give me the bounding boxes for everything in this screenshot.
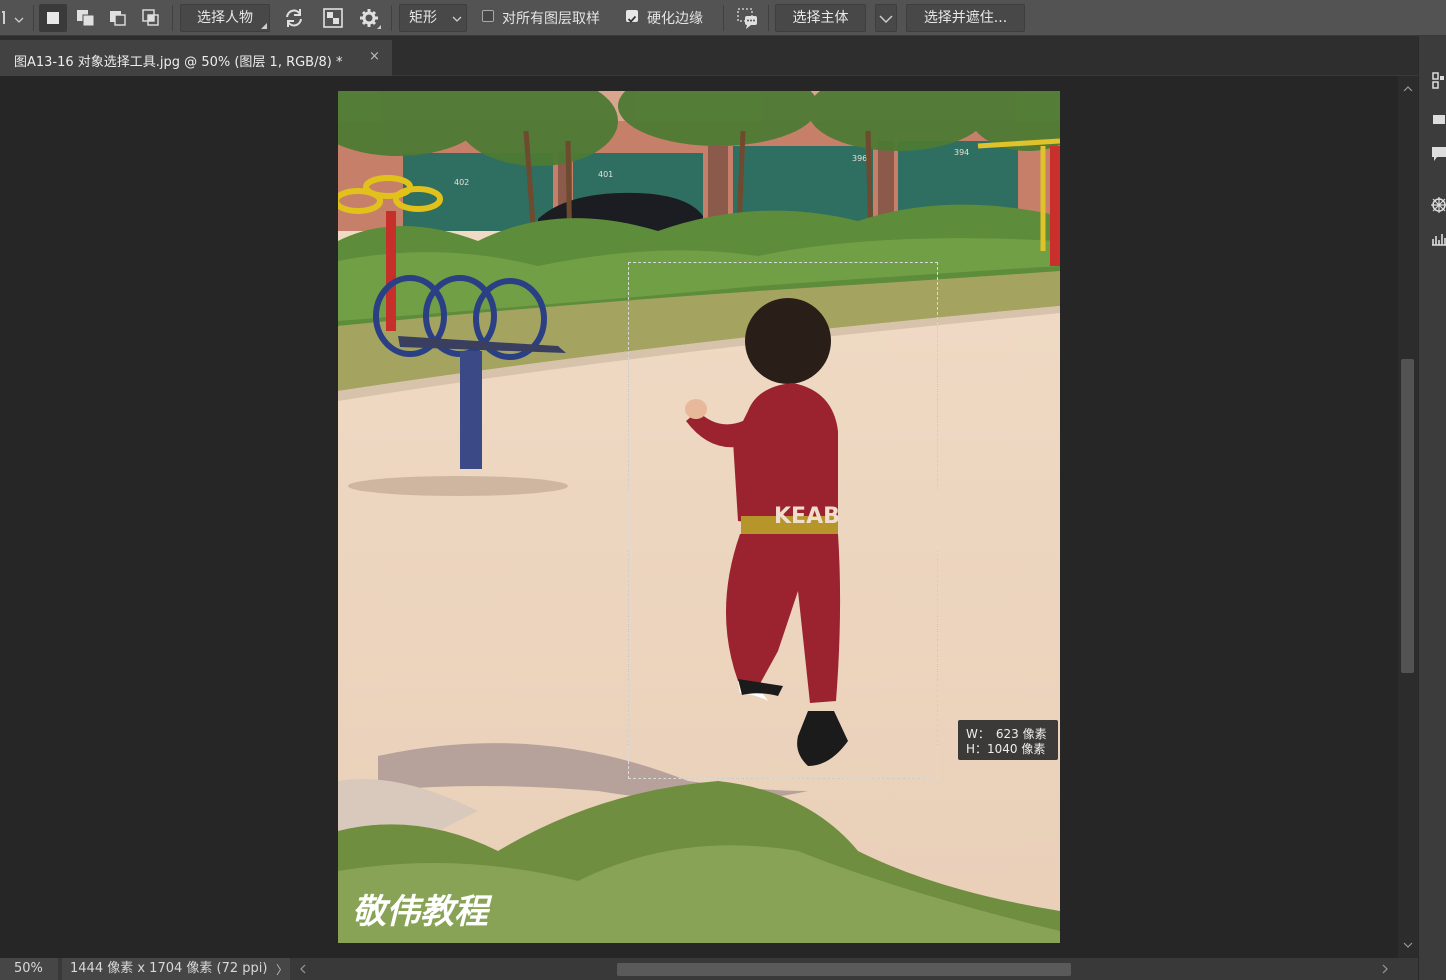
navigator-icon[interactable] [1429, 196, 1446, 214]
vertical-scrollbar[interactable] [1398, 76, 1418, 958]
canvas-workspace[interactable]: 402 401 396 394 KEAB 敬伟教程 W： 623 像素 H：10… [0, 76, 1398, 958]
chevron-left-icon[interactable] [298, 958, 308, 980]
refine-hair-button[interactable] [734, 4, 762, 32]
sample-all-layers-checkbox[interactable] [482, 10, 494, 22]
zoom-level[interactable]: 50% [0, 958, 58, 980]
wall-number: 402 [454, 178, 469, 187]
sample-all-layers-label: 对所有图层取样 [502, 11, 600, 27]
plugin-icon[interactable] [1429, 110, 1446, 128]
checkmark-icon [627, 15, 637, 23]
select-people-label: 选择人物 [197, 10, 253, 26]
select-subject-button[interactable]: 选择主体 [775, 4, 866, 32]
status-bar: 50% 1444 像素 x 1704 像素 (72 ppi) 〉 [0, 958, 1418, 980]
chevron-down-icon [2, 11, 24, 24]
mask-preview-button[interactable] [319, 4, 347, 32]
select-people-button[interactable]: 选择人物 [180, 4, 270, 32]
corner-triangle-icon [261, 23, 267, 29]
selection-size-tooltip: W： 623 像素 H：1040 像素 [958, 720, 1058, 760]
wall-number: 401 [598, 170, 613, 179]
chevron-down-icon [879, 15, 893, 23]
hard-edge-label: 硬化边缘 [647, 11, 703, 27]
close-tab-icon[interactable]: × [369, 49, 380, 64]
right-panel-dock [1418, 36, 1446, 980]
tool-preset-picker[interactable] [0, 4, 30, 32]
mode-select-value: 矩形 [409, 10, 437, 26]
select-subject-label: 选择主体 [792, 10, 849, 26]
watermark-text: 敬伟教程 [352, 892, 493, 932]
wall-number: 394 [954, 148, 969, 157]
document-info: 1444 像素 x 1704 像素 (72 ppi) [62, 958, 290, 980]
wall-number: 396 [852, 154, 867, 163]
add-to-selection-icon [77, 10, 95, 27]
select-and-mask-button[interactable]: 选择并遮住... [906, 4, 1025, 32]
comment-icon[interactable] [1429, 144, 1446, 162]
dashed-speech-bubble-icon [737, 8, 757, 29]
status-menu-arrow[interactable]: 〉 [276, 961, 288, 978]
width-value: 623 像素 [995, 727, 1047, 741]
intersect-selection-icon [142, 9, 159, 26]
horizontal-scroll-thumb[interactable] [617, 963, 1071, 976]
selection-marquee[interactable] [628, 262, 938, 779]
width-label: W： [966, 727, 990, 741]
refresh-button[interactable] [280, 4, 308, 32]
select-and-mask-label: 选择并遮住... [923, 10, 1008, 26]
settings-button[interactable] [356, 4, 384, 32]
chevron-down-icon [1403, 942, 1413, 948]
chevron-up-icon [1403, 86, 1413, 92]
add-to-selection-button[interactable] [72, 4, 100, 32]
intersect-selection-button[interactable] [137, 4, 165, 32]
document-tab-bar: 图A13-16 对象选择工具.jpg @ 50% (图层 1, RGB/8) *… [0, 36, 1418, 76]
select-subject-dropdown[interactable] [875, 4, 897, 32]
options-bar: 选择人物 矩形 对所有图层取样 硬化边缘 选择主体 选择并遮住... [0, 0, 1446, 36]
document-tab[interactable]: 图A13-16 对象选择工具.jpg @ 50% (图层 1, RGB/8) *… [0, 40, 392, 76]
new-selection-icon [47, 12, 59, 24]
mode-select[interactable]: 矩形 [399, 4, 467, 32]
chevron-down-icon [452, 16, 462, 22]
refresh-icon [286, 9, 302, 27]
vertical-scroll-thumb[interactable] [1401, 359, 1414, 673]
hard-edge-checkbox[interactable] [626, 10, 638, 23]
new-selection-button[interactable] [39, 4, 67, 32]
height-label: H： [966, 742, 988, 756]
subtract-from-selection-icon [110, 11, 126, 26]
mask-icon [323, 8, 343, 28]
chevron-right-icon[interactable] [1380, 958, 1390, 980]
histogram-icon[interactable] [1429, 230, 1446, 248]
gear-icon [360, 9, 381, 29]
properties-icon[interactable] [1429, 72, 1446, 90]
height-value: 1040 像素 [987, 742, 1046, 756]
subtract-from-selection-button[interactable] [104, 4, 132, 32]
document-tab-title: 图A13-16 对象选择工具.jpg @ 50% (图层 1, RGB/8) * [14, 55, 343, 70]
